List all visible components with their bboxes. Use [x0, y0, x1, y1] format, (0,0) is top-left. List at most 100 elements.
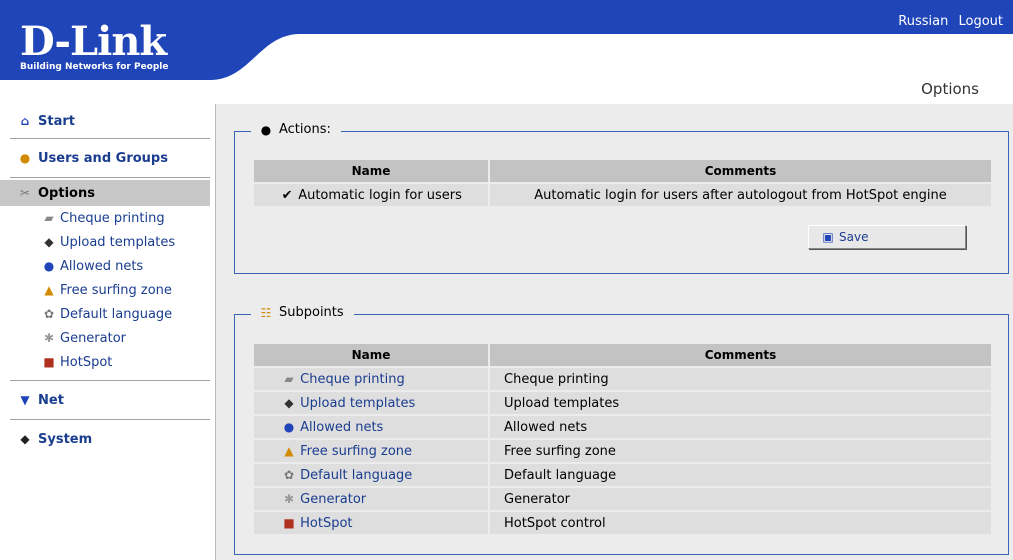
subpoint-link-allowed-nets[interactable]: Allowed nets — [300, 420, 383, 435]
sidebar: ⌂ Start ● Users and Groups ✂ Options ▰ C… — [0, 104, 210, 560]
sidebar-item-label: Start — [38, 113, 75, 129]
action-name-cell: ✔ Automatic login for users — [254, 184, 488, 206]
subpoint-comment: Free surfing zone — [490, 440, 991, 462]
sidebar-item-label: Upload templates — [60, 234, 176, 250]
save-button-label: Save — [839, 230, 869, 244]
system-icon: ◆ — [20, 432, 30, 446]
sidebar-item-net[interactable]: ▼ Net — [0, 381, 210, 419]
subpoint-comment: HotSpot control — [490, 512, 991, 534]
main-panel: ● Actions: Name Comments ✔ Automatic log… — [215, 104, 1013, 560]
table-row: ✿ Default language Default language — [254, 464, 991, 486]
sidebar-item-users-groups[interactable]: ● Users and Groups — [0, 139, 210, 177]
table-row: ◆ Upload templates Upload templates — [254, 392, 991, 414]
sidebar-item-label: HotSpot — [60, 354, 113, 370]
actions-table: Name Comments ✔ Automatic login for user… — [252, 158, 993, 208]
subpoint-comment: Default language — [490, 464, 991, 486]
subpoint-link-generator[interactable]: Generator — [300, 492, 366, 507]
subpoint-comment: Upload templates — [490, 392, 991, 414]
russian-link[interactable]: Russian — [898, 14, 948, 29]
actions-group: ● Actions: Name Comments ✔ Automatic log… — [234, 122, 1009, 274]
sidebar-item-label: Users and Groups — [38, 150, 168, 166]
subpoint-comment: Cheque printing — [490, 368, 991, 390]
subpoints-table: Name Comments ▰ Cheque printing Cheque p… — [252, 342, 993, 536]
globe-icon: ● — [43, 259, 55, 273]
sidebar-subitem-allowed-nets[interactable]: ● Allowed nets — [0, 254, 210, 278]
subpoint-name-cell: ▲ Free surfing zone — [254, 440, 488, 462]
automatic-login-checkbox[interactable]: ✔ — [280, 188, 294, 203]
sidebar-subitem-hotspot[interactable]: ■ HotSpot — [0, 350, 210, 374]
table-row: ▲ Free surfing zone Free surfing zone — [254, 440, 991, 462]
table-row: ■ HotSpot HotSpot control — [254, 512, 991, 534]
sidebar-item-label: Options — [38, 185, 95, 201]
sidebar-item-label: Generator — [60, 330, 127, 346]
subpoint-name-cell: ◆ Upload templates — [254, 392, 488, 414]
table-row: ✔ Automatic login for users Automatic lo… — [254, 184, 991, 206]
dlink-logo: D-Link — [20, 18, 167, 65]
subpoint-name-cell: ● Allowed nets — [254, 416, 488, 438]
sidebar-item-system[interactable]: ◆ System — [0, 420, 210, 458]
actions-legend: ● Actions: — [251, 122, 341, 137]
subpoints-legend-label: Subpoints — [279, 305, 344, 320]
subpoint-name-cell: ✿ Default language — [254, 464, 488, 486]
top-links: Russian Logout — [892, 14, 1003, 29]
action-name: Automatic login for users — [298, 187, 462, 203]
divider — [10, 177, 210, 178]
page-title: Options — [921, 80, 979, 98]
logout-link[interactable]: Logout — [958, 14, 1003, 29]
generator-icon: ✱ — [43, 331, 55, 345]
sidebar-subitem-free-surfing-zone[interactable]: ▲ Free surfing zone — [0, 278, 210, 302]
subpoint-link-free-surfing-zone[interactable]: Free surfing zone — [300, 444, 412, 459]
printer-icon: ▰ — [284, 371, 294, 386]
table-row: ✱ Generator Generator — [254, 488, 991, 510]
logo-tagline: Building Networks for People — [20, 62, 169, 72]
subpoint-comment: Generator — [490, 488, 991, 510]
surf-icon: ▲ — [284, 443, 294, 458]
subpoint-name-cell: ▰ Cheque printing — [254, 368, 488, 390]
surf-icon: ▲ — [44, 283, 54, 297]
sidebar-item-label: Net — [38, 392, 64, 408]
sidebar-subitem-cheque-printing[interactable]: ▰ Cheque printing — [0, 206, 210, 230]
sidebar-subitem-default-language[interactable]: ✿ Default language — [0, 302, 210, 326]
subpoints-group: ☷ Subpoints Name Comments ▰ Cheque print… — [234, 305, 1009, 555]
hotspot-icon: ■ — [283, 515, 295, 530]
floppy-disk-icon: ▣ — [822, 230, 834, 244]
printer-icon: ▰ — [44, 211, 54, 225]
subpoints-legend: ☷ Subpoints — [251, 305, 354, 320]
subpoint-name-cell: ■ HotSpot — [254, 512, 488, 534]
subpoint-link-upload-templates[interactable]: Upload templates — [300, 396, 415, 411]
diamond-icon: ◆ — [44, 235, 54, 249]
subpoint-name-cell: ✱ Generator — [254, 488, 488, 510]
options-icon: ✂ — [19, 186, 31, 200]
generator-icon: ✱ — [283, 491, 295, 506]
sidebar-item-label: Free surfing zone — [60, 282, 172, 298]
language-icon: ✿ — [43, 307, 55, 321]
sidebar-item-label: Default language — [60, 306, 173, 322]
sidebar-item-label: Allowed nets — [60, 258, 144, 274]
sidebar-item-options[interactable]: ✂ Options — [0, 180, 210, 206]
save-button[interactable]: ▣ Save — [808, 225, 966, 249]
sidebar-item-label: System — [38, 431, 93, 447]
subpoint-link-default-language[interactable]: Default language — [300, 468, 412, 483]
users-icon: ● — [19, 151, 31, 165]
home-icon: ⌂ — [20, 114, 30, 128]
globe-icon: ● — [283, 419, 295, 434]
table-row: ● Allowed nets Allowed nets — [254, 416, 991, 438]
actions-legend-label: Actions: — [279, 122, 331, 137]
header: D-Link Building Networks for People Russ… — [0, 0, 1013, 98]
subpoint-link-hotspot[interactable]: HotSpot — [300, 516, 352, 531]
subpoints-icon: ☷ — [260, 305, 272, 320]
column-header-comments: Comments — [490, 160, 991, 182]
subpoint-link-cheque-printing[interactable]: Cheque printing — [300, 372, 405, 387]
sidebar-item-start[interactable]: ⌂ Start — [0, 104, 210, 138]
sidebar-item-label: Cheque printing — [60, 210, 165, 226]
column-header-comments: Comments — [490, 344, 991, 366]
sidebar-subitem-upload-templates[interactable]: ◆ Upload templates — [0, 230, 210, 254]
subpoint-comment: Allowed nets — [490, 416, 991, 438]
bomb-icon: ● — [260, 122, 272, 137]
hotspot-icon: ■ — [43, 355, 55, 369]
action-comment: Automatic login for users after autologo… — [490, 184, 991, 206]
table-row: ▰ Cheque printing Cheque printing — [254, 368, 991, 390]
sidebar-subitem-generator[interactable]: ✱ Generator — [0, 326, 210, 350]
column-header-name: Name — [254, 160, 488, 182]
diamond-icon: ◆ — [284, 395, 294, 410]
